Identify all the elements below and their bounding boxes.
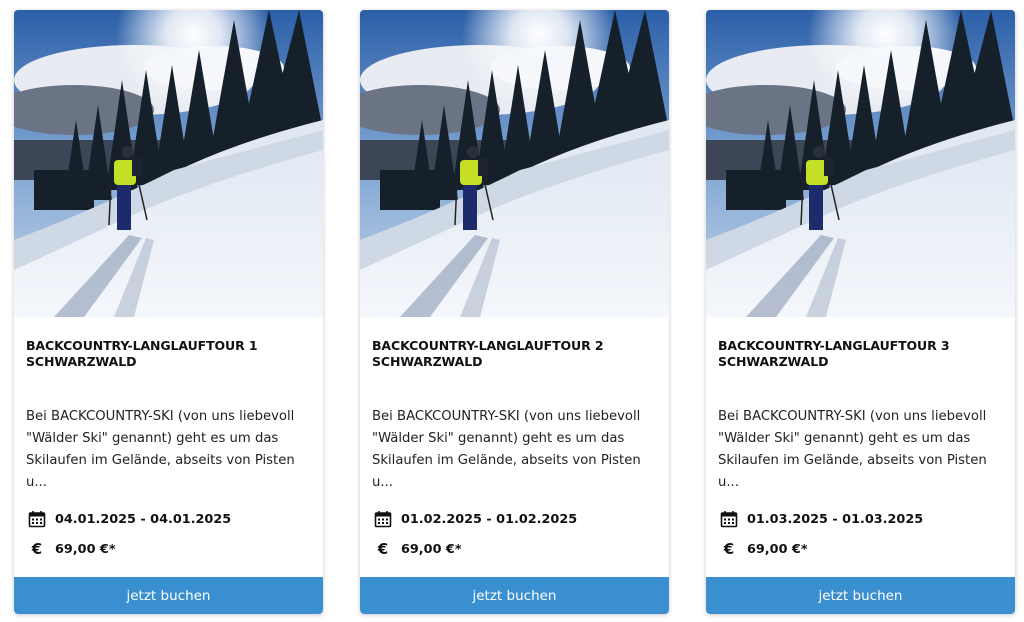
euro-icon: € (31, 540, 43, 558)
book-now-button[interactable]: jetzt buchen (706, 577, 1015, 614)
euro-icon: € (723, 540, 735, 558)
calendar-icon (28, 510, 46, 528)
tour-photo[interactable] (360, 10, 669, 317)
tour-photo[interactable] (706, 10, 1015, 317)
tour-price-row: € 69,00 €* (374, 540, 462, 558)
book-now-button[interactable]: jetzt buchen (360, 577, 669, 614)
tour-title: BACKCOUNTRY-LANGLAUFTOUR 2 SCHWARZWALD (372, 338, 604, 369)
book-now-button[interactable]: jetzt buchen (14, 577, 323, 614)
tour-description: Bei BACKCOUNTRY-SKI (von uns liebevoll "… (718, 409, 987, 490)
tour-date-row: 01.03.2025 - 01.03.2025 (720, 510, 923, 528)
tour-card: BACKCOUNTRY-LANGLAUFTOUR 1 SCHWARZWALD B… (14, 10, 323, 614)
tour-date: 01.03.2025 - 01.03.2025 (747, 511, 924, 527)
tour-price-row: € 69,00 €* (28, 540, 116, 558)
tour-card: BACKCOUNTRY-LANGLAUFTOUR 2 SCHWARZWALD B… (360, 10, 669, 614)
tour-description: Bei BACKCOUNTRY-SKI (von uns liebevoll "… (372, 409, 641, 490)
tour-date-row: 01.02.2025 - 01.02.2025 (374, 510, 577, 528)
tour-price: 69,00 €* (401, 541, 462, 557)
tour-title: BACKCOUNTRY-LANGLAUFTOUR 3 SCHWARZWALD (718, 338, 950, 369)
tour-price: 69,00 €* (55, 541, 116, 557)
tour-card-grid: BACKCOUNTRY-LANGLAUFTOUR 1 SCHWARZWALD B… (0, 0, 1024, 622)
tour-price: 69,00 €* (747, 541, 808, 557)
tour-card: BACKCOUNTRY-LANGLAUFTOUR 3 SCHWARZWALD B… (706, 10, 1015, 614)
tour-title: BACKCOUNTRY-LANGLAUFTOUR 1 SCHWARZWALD (26, 338, 258, 369)
tour-photo[interactable] (14, 10, 323, 317)
tour-date: 04.01.2025 - 04.01.2025 (55, 511, 232, 527)
calendar-icon (374, 510, 392, 528)
tour-date-row: 04.01.2025 - 04.01.2025 (28, 510, 231, 528)
tour-price-row: € 69,00 €* (720, 540, 808, 558)
calendar-icon (720, 510, 738, 528)
tour-date: 01.02.2025 - 01.02.2025 (401, 511, 578, 527)
euro-icon: € (377, 540, 389, 558)
tour-description: Bei BACKCOUNTRY-SKI (von uns liebevoll "… (26, 409, 295, 490)
